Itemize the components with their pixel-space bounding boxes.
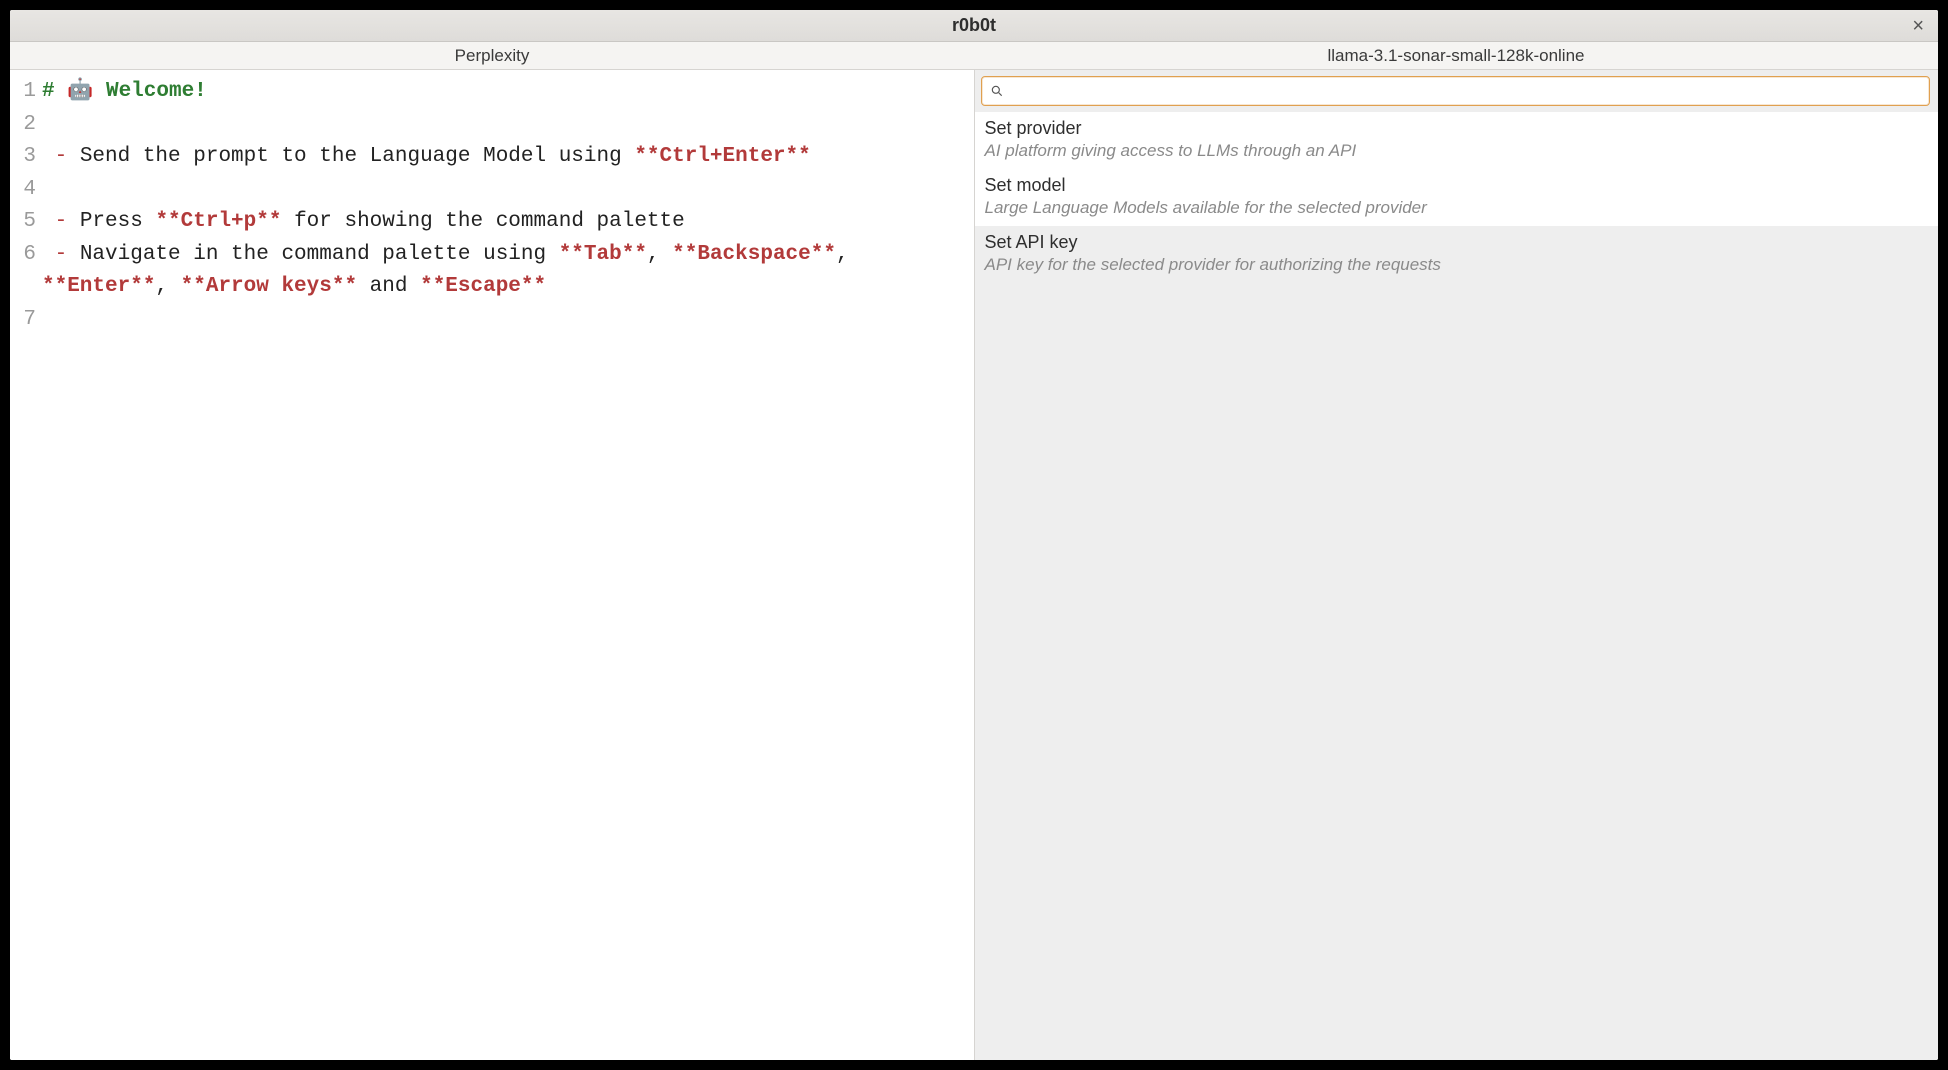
line-number: 1 <box>10 76 42 109</box>
line-number: 2 <box>10 109 42 142</box>
line-content: - Navigate in the command palette using … <box>42 239 974 304</box>
editor-line: 1# 🤖 Welcome! <box>10 76 974 109</box>
palette-list: Set providerAI platform giving access to… <box>975 112 1939 283</box>
palette-item[interactable]: Set API keyAPI key for the selected prov… <box>975 226 1939 283</box>
line-content: - Send the prompt to the Language Model … <box>42 141 974 174</box>
subheader: Perplexity llama-3.1-sonar-small-128k-on… <box>10 42 1938 70</box>
palette-search-input[interactable] <box>1010 82 1922 100</box>
editor-line: 3 - Send the prompt to the Language Mode… <box>10 141 974 174</box>
palette-item[interactable]: Set modelLarge Language Models available… <box>975 169 1939 226</box>
palette-item-desc: Large Language Models available for the … <box>985 198 1929 218</box>
palette-item-desc: AI platform giving access to LLMs throug… <box>985 141 1929 161</box>
app-window: r0b0t × Perplexity llama-3.1-sonar-small… <box>10 10 1938 1060</box>
line-content: - Press **Ctrl+p** for showing the comma… <box>42 206 974 239</box>
line-content: # 🤖 Welcome! <box>42 76 974 109</box>
line-number: 7 <box>10 304 42 337</box>
line-number: 3 <box>10 141 42 174</box>
editor-line: 5 - Press **Ctrl+p** for showing the com… <box>10 206 974 239</box>
palette-search[interactable] <box>981 76 1931 106</box>
palette-item-title: Set API key <box>985 232 1929 253</box>
editor-line: 4 <box>10 174 974 207</box>
palette-item-desc: API key for the selected provider for au… <box>985 255 1929 275</box>
line-number: 6 <box>10 239 42 272</box>
provider-label: Perplexity <box>10 42 974 69</box>
window-title: r0b0t <box>952 15 996 36</box>
palette-item-title: Set model <box>985 175 1929 196</box>
editor-line: 2 <box>10 109 974 142</box>
editor-pane[interactable]: 1# 🤖 Welcome!23 - Send the prompt to the… <box>10 70 974 1060</box>
title-bar: r0b0t × <box>10 10 1938 42</box>
line-number: 5 <box>10 206 42 239</box>
command-palette: Set providerAI platform giving access to… <box>974 70 1939 1060</box>
palette-item-title: Set provider <box>985 118 1929 139</box>
editor-line: 7 <box>10 304 974 337</box>
line-number: 4 <box>10 174 42 207</box>
editor-line: 6 - Navigate in the command palette usin… <box>10 239 974 304</box>
close-button[interactable]: × <box>1906 14 1930 38</box>
search-icon <box>990 84 1004 98</box>
model-label: llama-3.1-sonar-small-128k-online <box>974 42 1938 69</box>
content-area: 1# 🤖 Welcome!23 - Send the prompt to the… <box>10 70 1938 1060</box>
palette-item[interactable]: Set providerAI platform giving access to… <box>975 112 1939 169</box>
